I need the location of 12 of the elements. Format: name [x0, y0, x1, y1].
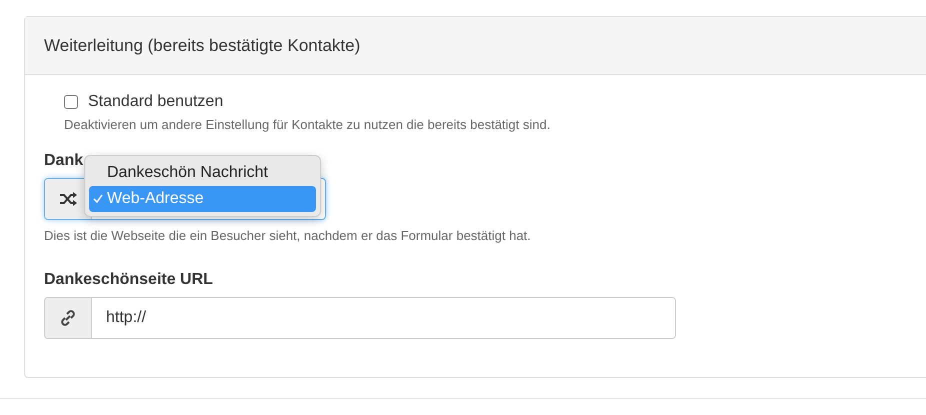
panel-title: Weiterleitung (bereits bestätigte Kontakte)	[44, 36, 360, 56]
field-label: Dank	[44, 152, 84, 170]
check-icon	[93, 194, 103, 204]
field-label: Dankeschönseite URL	[44, 271, 214, 289]
help-text: Deaktivieren um andere Einstellung für Kontakte zu nutzen die bereits bestätigt sind.	[64, 117, 552, 132]
checkbox-label: Standard benutzen	[88, 93, 224, 111]
url-input[interactable]: http://	[44, 297, 676, 339]
shuffle-icon	[59, 192, 77, 206]
help-text: Dies ist die Webseite die ein Besucher sieht, nachdem er das Formular bestätigt hat.	[44, 228, 532, 243]
link-icon	[60, 310, 76, 326]
checkbox[interactable]	[64, 95, 78, 109]
dropdown-option[interactable]: Dankeschön Nachricht	[89, 160, 316, 186]
